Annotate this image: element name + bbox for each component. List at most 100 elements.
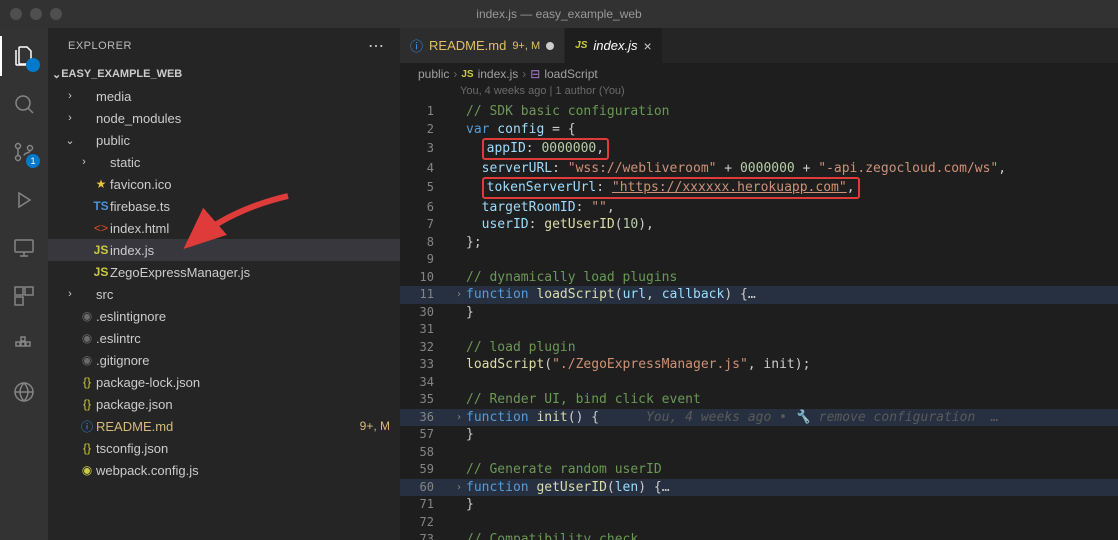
label: favicon.ico [110, 177, 390, 192]
sidebar-header: EXPLORER ⋯ [48, 28, 400, 63]
activity-search[interactable] [0, 84, 48, 124]
file-package-lock[interactable]: {}package-lock.json [48, 371, 400, 393]
activity-remote[interactable] [0, 228, 48, 268]
json-icon: ◉ [78, 463, 96, 477]
breadcrumb-item[interactable]: index.js [478, 67, 519, 81]
activity-docker[interactable] [0, 324, 48, 364]
line-number: 58 [400, 444, 452, 462]
label: .eslintrc [96, 331, 390, 346]
editor-tabs: ⓘ README.md 9+, M JS index.js × [400, 28, 1118, 63]
activity-explorer[interactable] [0, 36, 48, 76]
code-text: // Render UI, bind click event [466, 392, 701, 407]
file-index-js[interactable]: JSindex.js [48, 239, 400, 261]
code-text: : [526, 141, 542, 156]
file-firebase[interactable]: TSfirebase.ts [48, 195, 400, 217]
info-icon: ⓘ [78, 418, 96, 435]
highlight-box: appID: 0000000, [482, 138, 609, 160]
section-label: EASY_EXAMPLE_WEB [61, 68, 182, 80]
line-number: 59 [400, 461, 452, 479]
breadcrumb-item[interactable]: public [418, 67, 449, 81]
close-icon[interactable]: × [643, 38, 651, 54]
code-text: loadScript [466, 357, 544, 372]
activity-scm[interactable]: 1 [0, 132, 48, 172]
file-tsconfig[interactable]: {}tsconfig.json [48, 437, 400, 459]
tab-indexjs[interactable]: JS index.js × [565, 28, 663, 63]
code-text: getUserID [536, 480, 606, 495]
breadcrumbs[interactable]: public › JS index.js › ⊟ loadScript [400, 63, 1118, 85]
file-gitignore[interactable]: ◉.gitignore [48, 349, 400, 371]
config-icon: ◉ [78, 309, 96, 323]
code-text: "-api.zegocloud.com/ws" [818, 161, 998, 176]
tree-root[interactable]: ⌄ EASY_EXAMPLE_WEB [48, 63, 400, 85]
close-window-icon[interactable] [10, 8, 22, 20]
code-text: () { [568, 410, 599, 425]
code-text: "wss://webliveroom" [568, 161, 717, 176]
code-text: } [466, 305, 474, 320]
file-package-json[interactable]: {}package.json [48, 393, 400, 415]
folder-media[interactable]: ›media [48, 85, 400, 107]
html-icon: <> [92, 221, 110, 235]
activity-cloud[interactable] [0, 372, 48, 412]
label: public [96, 133, 390, 148]
code-text: + [716, 161, 739, 176]
file-webpack-config[interactable]: ◉webpack.config.js [48, 459, 400, 481]
activity-extensions[interactable] [0, 276, 48, 316]
minimize-window-icon[interactable] [30, 8, 42, 20]
extensions-icon [12, 284, 36, 308]
line-number: 73 [400, 531, 452, 540]
tab-label: index.js [593, 38, 637, 53]
code-text: }; [466, 235, 482, 250]
line-number: 30 [400, 304, 452, 322]
code-text: = { [552, 122, 575, 137]
sidebar-title: EXPLORER [68, 40, 132, 52]
json-icon: {} [78, 375, 96, 389]
file-favicon[interactable]: ★favicon.ico [48, 173, 400, 195]
maximize-window-icon[interactable] [50, 8, 62, 20]
git-decoration: 9+, M [360, 419, 390, 433]
activity-debug[interactable] [0, 180, 48, 220]
chevron-down-icon: ⌄ [52, 68, 61, 81]
file-eslintrc[interactable]: ◉.eslintrc [48, 327, 400, 349]
js-icon: JS [92, 243, 110, 257]
code-text: function [466, 480, 529, 495]
folder-static[interactable]: ›static [48, 151, 400, 173]
play-icon [12, 188, 36, 212]
js-icon: JS [92, 265, 110, 279]
line-number: 10 [400, 269, 452, 287]
line-number: 57 [400, 426, 452, 444]
code-text: "https://xxxxxx.herokuapp.com" [612, 180, 847, 195]
label: ZegoExpressManager.js [110, 265, 390, 280]
label: media [96, 89, 390, 104]
info-icon: ⓘ [410, 36, 423, 55]
folder-node-modules[interactable]: ›node_modules [48, 107, 400, 129]
sidebar-more-icon[interactable]: ⋯ [368, 36, 386, 56]
line-number: 31 [400, 321, 452, 339]
code-text: "./ZegoExpressManager.js" [552, 357, 748, 372]
fold-icon[interactable]: › [452, 479, 466, 497]
folder-public[interactable]: ⌄public [48, 129, 400, 151]
traffic-lights [10, 8, 62, 20]
code-text: callback [662, 287, 725, 302]
label: .gitignore [96, 353, 390, 368]
file-readme[interactable]: ⓘREADME.md9+, M [48, 415, 400, 437]
inline-blame: You, 4 weeks ago • 🔧 remove configuratio… [646, 410, 999, 425]
line-number: 11 [400, 286, 452, 304]
code-text: 10 [623, 217, 639, 232]
file-zego-manager[interactable]: JSZegoExpressManager.js [48, 261, 400, 283]
file-tree: ⌄ EASY_EXAMPLE_WEB ›media ›node_modules … [48, 63, 400, 540]
code-editor[interactable]: 1// SDK basic configuration 2var config … [400, 103, 1118, 540]
breadcrumb-item[interactable]: loadScript [544, 67, 597, 81]
tab-readme[interactable]: ⓘ README.md 9+, M [400, 28, 565, 63]
code-text: getUserID [544, 217, 614, 232]
line-number: 9 [400, 251, 452, 269]
line-number: 34 [400, 374, 452, 392]
fold-icon[interactable]: › [452, 409, 466, 427]
fold-icon[interactable]: › [452, 286, 466, 304]
code-text: loadScript [536, 287, 614, 302]
file-eslintignore[interactable]: ◉.eslintignore [48, 305, 400, 327]
editor-group: ⓘ README.md 9+, M JS index.js × public ›… [400, 28, 1118, 540]
folder-src[interactable]: ›src [48, 283, 400, 305]
file-index-html[interactable]: <>index.html [48, 217, 400, 239]
code-text: serverURL [482, 161, 552, 176]
line-number: 3 [400, 140, 452, 158]
